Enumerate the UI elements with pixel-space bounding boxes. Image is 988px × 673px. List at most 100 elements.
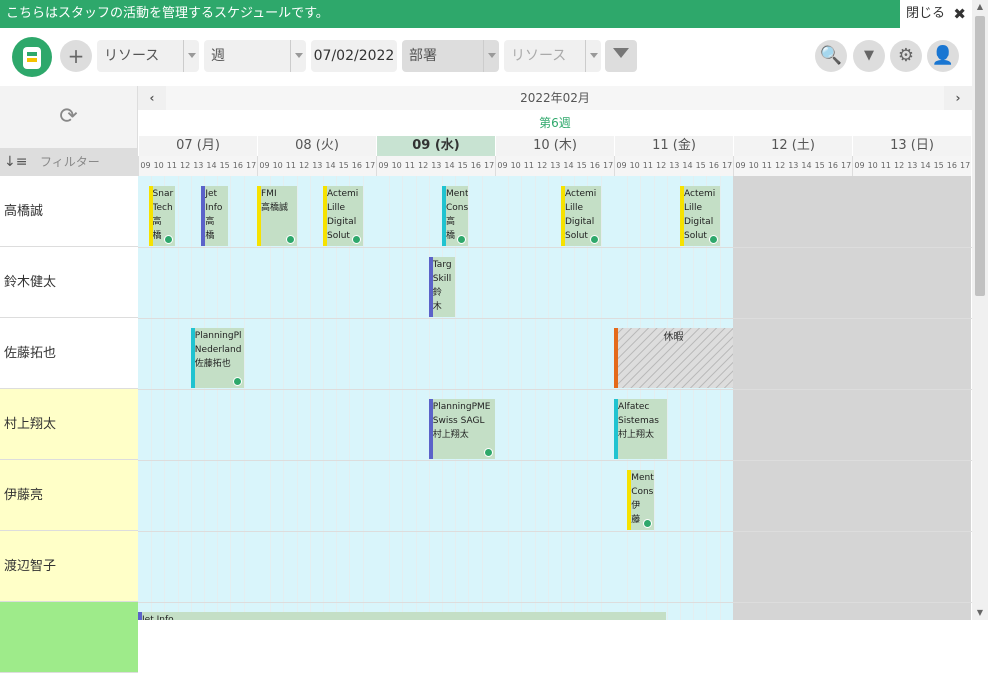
refresh-button[interactable]: ⟳ [0,86,138,148]
event-block[interactable]: Jet Info 高 橋 [201,186,228,246]
event-block[interactable]: Ment Cons 高 橋 [442,186,469,246]
resource-row[interactable]: 鈴木健太 [0,247,138,318]
hour-gridline [415,176,417,620]
resource-panel: ⟳ ↓≡ フィルター 高橋誠 鈴木健太 佐藤拓也 村上翔太 伊藤亮 渡辺智子 [0,86,138,673]
filter-button[interactable] [605,40,637,72]
resource-row[interactable]: 村上翔太 [0,389,138,460]
hour-label: 09 [140,161,151,170]
resource-row[interactable]: 佐藤拓也 [0,318,138,389]
event-color-bar [190,328,195,388]
hour-label: 09 [616,161,627,170]
filter-input[interactable]: フィルター [40,148,100,176]
event-block[interactable]: Actemi Lille Digital Solut [680,186,720,246]
user-button[interactable]: 👤 [927,40,959,72]
hour-row: 09 10 11 12 13 14 15 16 17 [257,156,376,176]
resource-view-select[interactable]: リソース [97,40,199,72]
month-nav: ‹ 2022年02月 › [138,86,972,110]
hour-label: 14 [682,161,693,170]
hour-label: 14 [206,161,217,170]
hour-gridline [521,176,523,620]
next-button[interactable]: › [944,86,972,110]
weekend-column[interactable] [852,176,971,620]
day-header[interactable]: 13 (日) [852,136,971,156]
close-icon: ✖ [953,5,966,23]
schedule-rows: 休暇 Snar Tech 高 橋 Jet Info 高 橋 FMI 高橋誠 Actemi… [138,176,972,620]
event-color-bar [138,612,142,620]
event-block[interactable]: PlanningPl Nederland 佐藤拓也 [190,328,244,388]
resource-row[interactable]: 高橋誠 [0,176,138,247]
scrollbar[interactable]: ▲ ▼ [972,0,988,620]
hour-label: 09 [854,161,865,170]
refresh-icon: ⟳ [59,104,78,129]
day-header[interactable]: 10 (木) [495,136,614,156]
department-value: 部署 [409,48,437,64]
app-logo [12,37,52,77]
hour-label: 13 [669,161,680,170]
event-text: PlanningPME Swiss SAGL 村上翔太 [432,402,491,440]
event-block[interactable]: Actemi Lille Digital Solut [561,186,601,246]
hour-label: 10 [867,161,878,170]
recurring-icon [483,448,493,457]
event-block[interactable]: Targ Skill 鈴 木 [428,257,456,317]
hour-gridline [296,176,298,620]
scroll-down-icon[interactable]: ▼ [972,606,988,620]
filter-row: ↓≡ フィルター [0,148,138,176]
recurring-icon [285,235,295,244]
hour-label: 09 [259,161,270,170]
menu-dropdown-button[interactable]: ▼ [853,40,885,72]
event-block[interactable]: Snar Tech 高 橋 [148,186,175,246]
hour-label: 14 [801,161,812,170]
hour-label: 14 [563,161,574,170]
info-banner: こちらはスタッフの活動を管理するスケジュールです。 [0,0,900,28]
hour-label: 16 [232,161,243,170]
workday-column[interactable] [376,176,495,620]
settings-button[interactable]: ⚙ [890,40,922,72]
event-block[interactable]: Actemi Lille Digital Solut [323,186,363,246]
hour-label: 14 [444,161,455,170]
weekend-column[interactable] [733,176,852,620]
sort-icon[interactable]: ↓≡ [4,148,27,176]
day-header[interactable]: 07 (月) [138,136,257,156]
hour-gridline [719,176,721,620]
hour-gridline [666,176,668,620]
resource-row[interactable]: 渡辺智子 [0,531,138,602]
day-header[interactable]: 11 (金) [614,136,733,156]
prev-button[interactable]: ‹ [138,86,166,110]
event-color-bar [323,186,327,246]
hour-gridline [508,176,510,620]
hour-gridline [362,176,364,620]
chevron-down-icon: ▼ [864,48,874,63]
day-header[interactable]: 09 (水) [376,136,495,156]
hour-label: 10 [510,161,521,170]
date-input[interactable]: 07/02/2022 [311,40,397,72]
holiday-block[interactable]: 休暇 [614,328,733,388]
event-text: Ment Cons 高 橋 [446,189,469,241]
search-button[interactable]: 🔍 [815,40,847,72]
scroll-thumb[interactable] [975,16,985,296]
resource-filter-select[interactable]: リソース [504,40,601,72]
row-divider [138,318,972,319]
hour-label: 16 [351,161,362,170]
day-header[interactable]: 12 (土) [733,136,852,156]
recurring-icon [351,235,361,244]
plus-icon: + [67,44,85,68]
event-text: Actemi Lille Digital Solut [327,189,359,241]
event-color-bar [257,186,261,246]
holiday-marker [614,328,618,388]
event-block[interactable]: Ment Cons 伊 藤 [627,470,654,530]
event-block[interactable]: FMI 高橋誠 [257,186,297,246]
hour-label: 17 [246,161,257,170]
close-banner-button[interactable]: 閉じる ✖ [900,0,972,28]
scroll-up-icon[interactable]: ▲ [972,0,988,14]
event-block[interactable]: Alfatec Sistemas 村上翔太 [614,399,667,459]
event-block[interactable]: PlanningPME Swiss SAGL 村上翔太 [428,399,495,459]
day-header[interactable]: 08 (火) [257,136,376,156]
hour-gridline [177,176,179,620]
add-button[interactable]: + [60,40,92,72]
period-select[interactable]: 週 [204,40,306,72]
event-block[interactable]: Jet Info [138,612,666,620]
resource-row[interactable] [0,602,138,673]
event-color-bar [680,186,684,246]
department-select[interactable]: 部署 [402,40,499,72]
resource-row[interactable]: 伊藤亮 [0,460,138,531]
